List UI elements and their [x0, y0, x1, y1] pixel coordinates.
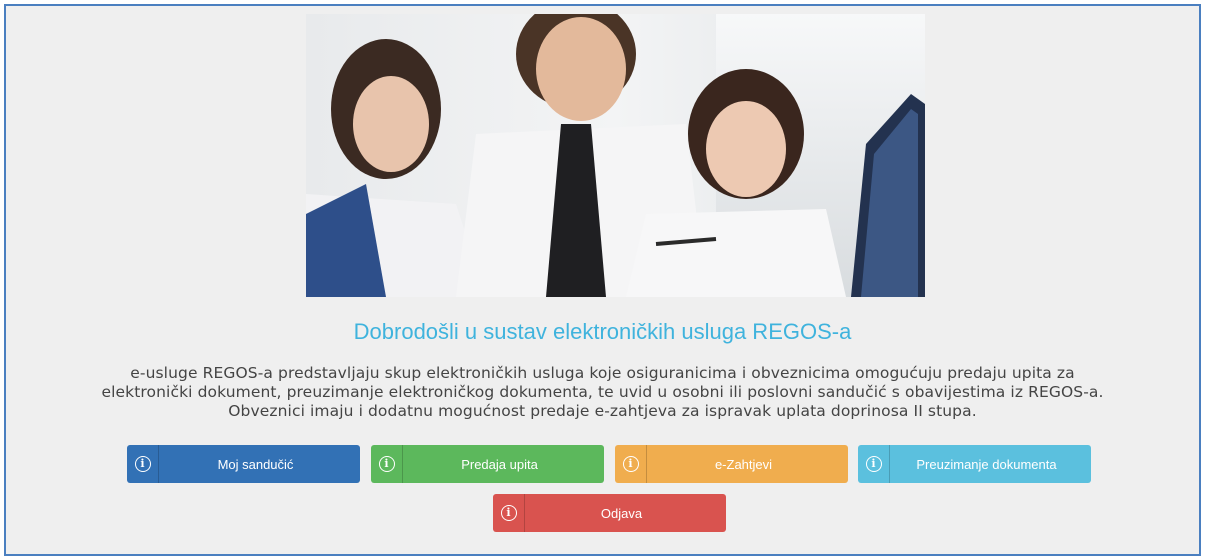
- info-icon: i: [371, 445, 403, 483]
- button-label: Odjava: [600, 505, 643, 521]
- description-line: elektronički dokument, preuzimanje elekt…: [101, 383, 1104, 401]
- moj-sanducic-button[interactable]: i Moj sandučić: [127, 445, 360, 483]
- hero-image: [306, 14, 925, 297]
- info-icon: i: [858, 445, 890, 483]
- description-line: e-usluge REGOS-a predstavljaju skup elek…: [130, 364, 1075, 382]
- description: e-usluge REGOS-a predstavljaju skup elek…: [66, 364, 1139, 421]
- info-icon: i: [493, 494, 525, 532]
- button-label: Predaja upita: [461, 456, 538, 472]
- e-zahtjevi-button[interactable]: i e-Zahtjevi: [615, 445, 848, 483]
- button-label: Moj sandučić: [217, 456, 294, 472]
- page-frame: Dobrodošli u sustav elektroničkih usluga…: [4, 4, 1201, 556]
- info-icon: i: [615, 445, 647, 483]
- info-icon: i: [127, 445, 159, 483]
- button-label: Preuzimanje dokumenta: [916, 456, 1057, 472]
- button-label: e-Zahtjevi: [714, 456, 773, 472]
- office-team-photo: [306, 14, 925, 297]
- page-title: Dobrodošli u sustav elektroničkih usluga…: [353, 319, 852, 344]
- predaja-upita-button[interactable]: i Predaja upita: [371, 445, 604, 483]
- odjava-button[interactable]: i Odjava: [493, 494, 726, 532]
- description-line: Obveznici imaju i dodatnu mogućnost pred…: [228, 402, 977, 420]
- preuzimanje-dokumenta-button[interactable]: i Preuzimanje dokumenta: [858, 445, 1091, 483]
